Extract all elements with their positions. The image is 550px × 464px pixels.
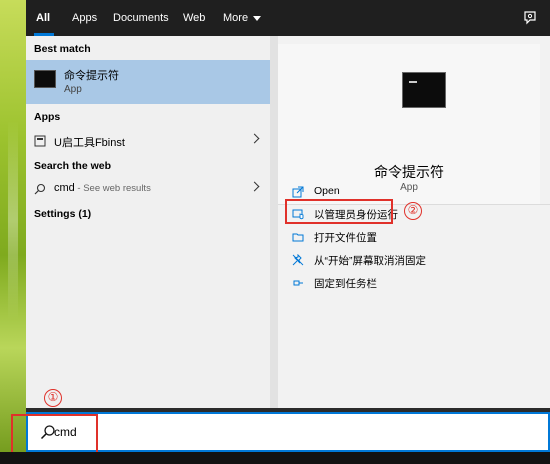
command-prompt-large-icon (402, 72, 446, 108)
action-unpin-start[interactable]: 从“开始”屏幕取消消固定 (292, 250, 532, 270)
folder-icon (292, 233, 304, 242)
web-hint: - See web results (74, 183, 151, 194)
web-query: cmd (54, 182, 75, 194)
desktop-background (0, 0, 26, 464)
best-match-heading: Best match (34, 43, 91, 55)
command-prompt-icon (34, 70, 56, 88)
web-result-item[interactable]: cmd - See web results (26, 178, 270, 200)
unpin-icon (292, 254, 304, 266)
pin-icon (293, 280, 303, 286)
settings-heading[interactable]: Settings (1) (34, 208, 91, 220)
taskbar (0, 452, 550, 464)
action-unpin-start-label: 从“开始”屏幕取消消固定 (314, 255, 426, 267)
step-1-marker: ① (44, 389, 62, 407)
action-open-file-location-label: 打开文件位置 (314, 232, 377, 244)
action-pin-taskbar[interactable]: 固定到任务栏 (292, 273, 532, 293)
results-list: Best match 命令提示符 App Apps U启工具Fbinst Sea… (26, 36, 270, 408)
chevron-down-icon (253, 15, 262, 21)
step-2-marker: ② (404, 202, 422, 220)
search-box-highlight (11, 414, 98, 456)
best-match-subtitle: App (64, 84, 82, 95)
action-open-file-location[interactable]: 打开文件位置 (292, 227, 532, 247)
tab-documents[interactable]: Documents (113, 0, 169, 36)
search-scope-bar: All Apps Documents Web More (26, 0, 550, 36)
panel-divider (270, 36, 278, 408)
chevron-right-icon[interactable] (249, 133, 260, 144)
feedback-icon[interactable] (522, 10, 538, 26)
list-item-app[interactable]: U启工具Fbinst (26, 130, 270, 152)
best-match-item[interactable]: 命令提示符 App (26, 60, 270, 104)
preview-header: 命令提示符 App (278, 44, 540, 204)
run-as-admin-highlight (285, 199, 393, 224)
tab-all[interactable]: All (36, 0, 50, 36)
search-web-heading: Search the web (34, 160, 112, 172)
app-icon (34, 135, 46, 147)
tab-web[interactable]: Web (183, 0, 205, 36)
app-label: U启工具Fbinst (54, 137, 125, 149)
search-icon (34, 183, 46, 195)
apps-heading: Apps (34, 111, 61, 123)
action-pin-taskbar-label: 固定到任务栏 (314, 278, 377, 290)
best-match-title: 命令提示符 (64, 70, 119, 82)
chevron-right-icon[interactable] (249, 181, 260, 192)
tab-apps[interactable]: Apps (72, 0, 97, 36)
search-box[interactable] (26, 412, 550, 452)
preview-title: 命令提示符 (374, 164, 444, 180)
action-open-label: Open (314, 185, 340, 197)
open-icon (292, 186, 304, 198)
web-result-label: cmd - See web results (54, 182, 151, 194)
tab-more[interactable]: More (223, 0, 262, 36)
tab-more-label: More (223, 12, 249, 24)
